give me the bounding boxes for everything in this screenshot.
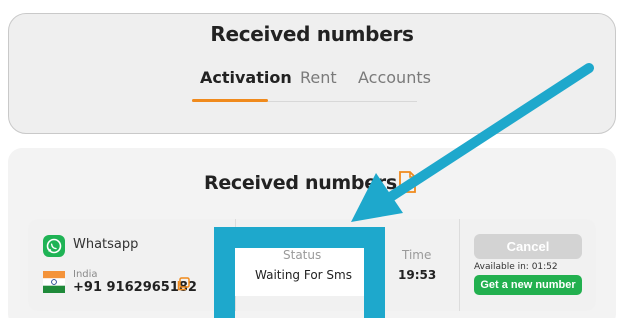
pointer-arrow: [351, 63, 594, 222]
